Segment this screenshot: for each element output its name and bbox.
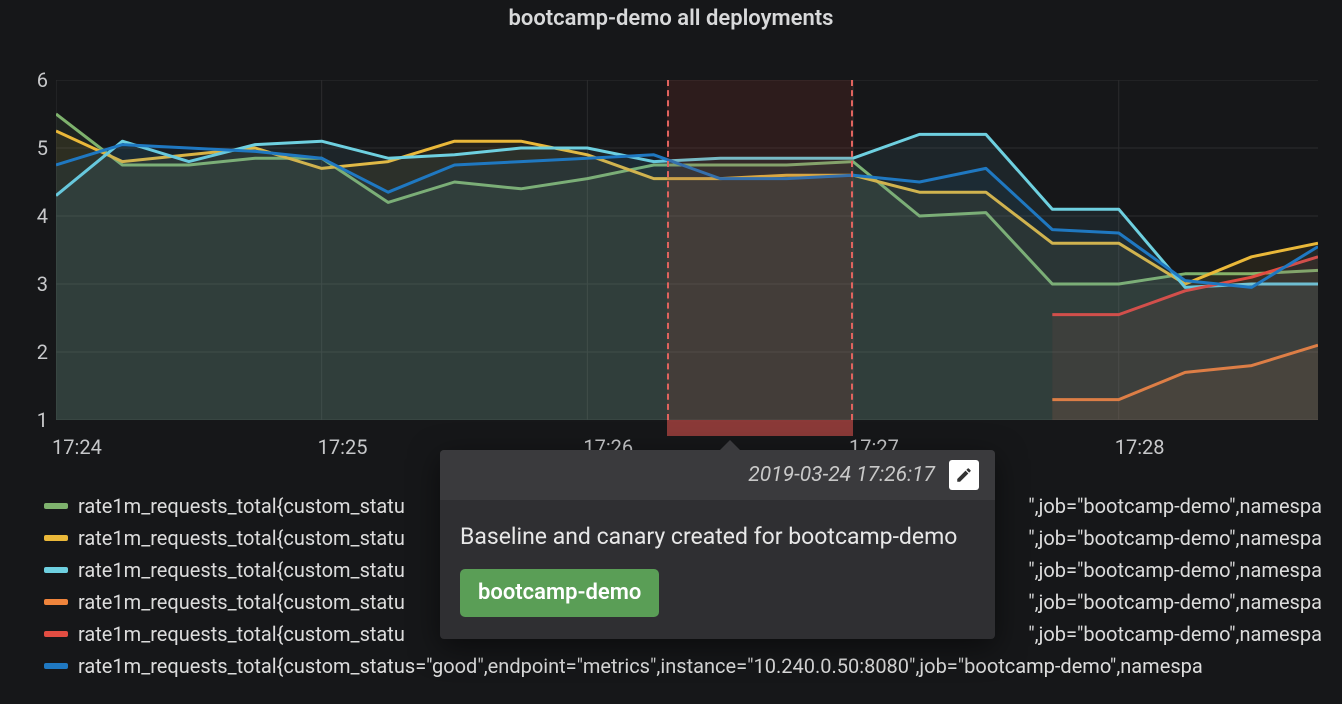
- legend-label: rate1m_requests_total{custom_statu: [78, 494, 405, 518]
- annotation-region[interactable]: [667, 80, 853, 420]
- tooltip-body: Baseline and canary created for bootcamp…: [440, 500, 995, 639]
- pencil-icon: [955, 466, 973, 484]
- y-tick-label: 6: [37, 68, 48, 92]
- tooltip-text: Baseline and canary created for bootcamp…: [460, 520, 975, 553]
- legend-label-suffix: ",job="bootcamp-demo",namespa: [1028, 622, 1322, 646]
- y-tick-label: 5: [37, 136, 48, 160]
- tooltip-timestamp: 2019-03-24 17:26:17: [748, 463, 935, 487]
- panel-title: bootcamp-demo all deployments: [0, 0, 1342, 31]
- tooltip-arrow: [720, 440, 740, 450]
- legend-label-suffix: ",job="bootcamp-demo",namespa: [1028, 590, 1322, 614]
- x-tick-label: 17:24: [52, 435, 102, 459]
- legend-label: rate1m_requests_total{custom_statu: [78, 590, 405, 614]
- annotation-region-handle[interactable]: [667, 420, 853, 436]
- legend-label-suffix: ",job="bootcamp-demo",namespa: [1028, 494, 1322, 518]
- y-axis-ticks: 123456: [28, 80, 52, 420]
- annotation-tag[interactable]: bootcamp-demo: [460, 569, 659, 617]
- annotation-region-fill: [667, 80, 853, 420]
- y-tick-label: 2: [37, 340, 48, 364]
- plot-area[interactable]: [56, 80, 1318, 420]
- y-tick-label: 4: [37, 204, 48, 228]
- legend-swatch: [44, 535, 68, 541]
- legend-label: rate1m_requests_total{custom_statu: [78, 622, 405, 646]
- legend-swatch: [44, 599, 68, 605]
- legend-item[interactable]: rate1m_requests_total{custom_status="goo…: [44, 650, 1322, 682]
- legend-swatch: [44, 631, 68, 637]
- y-tick-label: 1: [37, 408, 48, 432]
- annotation-region-right-edge[interactable]: [851, 80, 853, 420]
- tooltip-header: 2019-03-24 17:26:17: [440, 450, 995, 500]
- chart-region[interactable]: 123456 17:2417:2517:2617:2717:28: [28, 70, 1318, 478]
- chart-panel: bootcamp-demo all deployments 1 2 3 4 5 6 17:…: [0, 0, 1342, 704]
- annotation-region-left-edge[interactable]: [667, 80, 669, 420]
- legend-swatch: [44, 567, 68, 573]
- legend-label-suffix: ",job="bootcamp-demo",namespa: [1028, 558, 1322, 582]
- legend-label-suffix: ",job="bootcamp-demo",namespa: [1028, 526, 1322, 550]
- x-tick-label: 17:25: [318, 435, 368, 459]
- annotation-tooltip: 2019-03-24 17:26:17 Baseline and canary …: [440, 450, 995, 639]
- legend-label: rate1m_requests_total{custom_status="goo…: [78, 654, 1203, 678]
- legend-swatch: [44, 663, 68, 669]
- legend-label: rate1m_requests_total{custom_statu: [78, 558, 405, 582]
- legend-swatch: [44, 503, 68, 509]
- edit-annotation-button[interactable]: [949, 460, 979, 490]
- y-tick-label: 3: [37, 272, 48, 296]
- x-tick-label: 17:28: [1115, 435, 1165, 459]
- legend-label: rate1m_requests_total{custom_statu: [78, 526, 405, 550]
